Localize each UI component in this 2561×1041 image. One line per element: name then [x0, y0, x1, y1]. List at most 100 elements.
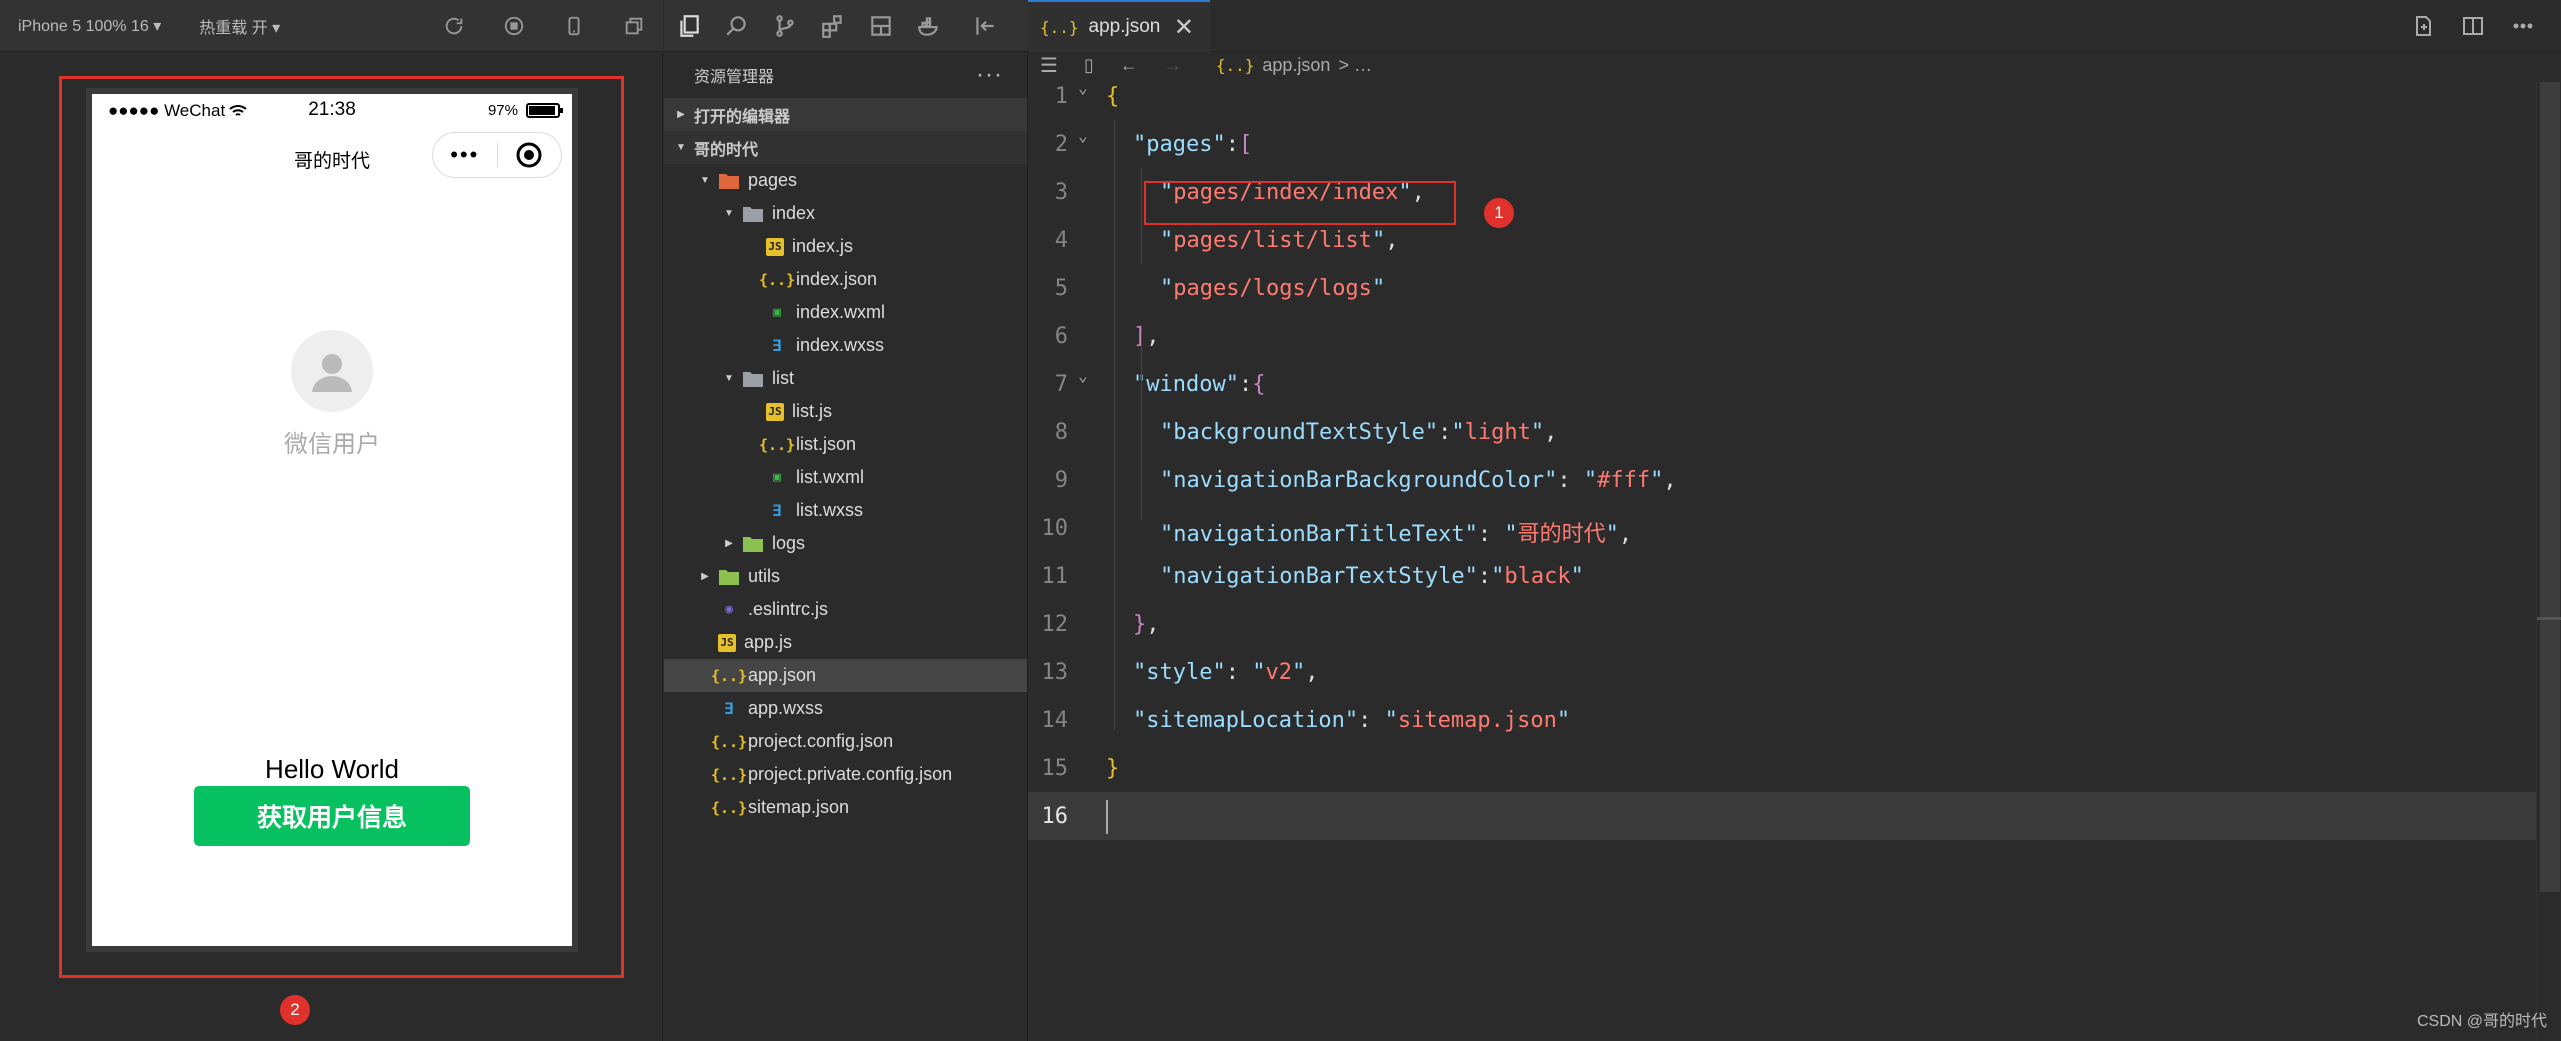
tree-item-index-js[interactable]: JS index.js [664, 230, 1027, 263]
chevron-down-icon[interactable]: ▼ [722, 208, 736, 219]
tree-item-utils[interactable]: ▶ utils [664, 560, 1027, 593]
tree-item-app-json[interactable]: {..} app.json [664, 659, 1027, 692]
code-editor[interactable]: 1 ⌄{2 ⌄ "pages":[3 "pages/index/index", 4 "pag… [1028, 78, 2536, 1041]
tree-item-label: sitemap.json [748, 797, 850, 817]
refresh-icon[interactable] [443, 15, 465, 37]
tree-item-index-json[interactable]: {..} index.json [664, 263, 1027, 296]
wxss-file-icon: ∃ [772, 501, 782, 520]
code-line[interactable]: 11 "navigationBarTextStyle":"black" [1028, 552, 2536, 600]
code-token: "navigationBarTitleText" [1160, 522, 1478, 547]
code-token: , [1385, 228, 1399, 253]
tree-item-list-wxss[interactable]: ∃ list.wxss [664, 494, 1027, 527]
code-line[interactable]: 6], [1028, 312, 2536, 360]
close-miniprogram-button[interactable] [498, 141, 562, 169]
watermark: CSDN @哥的时代 [2416, 1013, 2547, 1030]
fold-chevron-icon[interactable]: ⌄ [1078, 78, 1088, 97]
fold-chevron-icon[interactable]: ⌄ [1078, 366, 1088, 385]
code-token: " [1570, 564, 1584, 589]
scrollbar-thumb[interactable] [2540, 82, 2560, 892]
annotation-badge-1: 1 [1484, 198, 1514, 228]
code-line[interactable]: 7 ⌄ "window":{ [1028, 360, 2536, 408]
extensions-icon[interactable] [820, 13, 846, 39]
target-icon [516, 142, 542, 168]
explorer-more-button[interactable]: ··· [976, 61, 1003, 89]
tree-item-list[interactable]: ▼ list [664, 362, 1027, 395]
code-token: , [1663, 468, 1677, 493]
detach-window-icon[interactable] [623, 15, 645, 37]
tree-item-index[interactable]: ▼ index [664, 197, 1027, 230]
tree-item-list-json[interactable]: {..} list.json [664, 428, 1027, 461]
wxml-file-icon: ▣ [773, 470, 781, 485]
phone-icon[interactable] [563, 15, 585, 37]
tree-item-app-js[interactable]: JS app.js [664, 626, 1027, 659]
tree-item-index-wxss[interactable]: ∃ index.wxss [664, 329, 1027, 362]
source-control-icon[interactable] [772, 13, 798, 39]
line-number: 16 [1041, 804, 1069, 829]
simulator-toolbar: iPhone 5 100% 16 ▾ 热重载 开 ▾ [0, 0, 663, 52]
code-token: " [1504, 522, 1518, 547]
tree-item-logs[interactable]: ▶ logs [664, 527, 1027, 560]
stop-icon[interactable] [503, 15, 525, 37]
get-user-info-button[interactable]: 获取用户信息 [194, 786, 470, 846]
tree-item-list-wxml[interactable]: ▣ list.wxml [664, 461, 1027, 494]
code-line[interactable]: 9 "navigationBarBackgroundColor": "#fff", [1028, 456, 2536, 504]
code-line[interactable]: 5 "pages/logs/logs" [1028, 264, 2536, 312]
avatar[interactable] [291, 330, 373, 412]
tree-item-eslintrc-js[interactable]: ◉ .eslintrc.js [664, 593, 1027, 626]
code-line[interactable]: 1 ⌄ { [1028, 72, 2536, 120]
explorer-title: 资源管理器 [694, 69, 775, 86]
code-line[interactable]: 2 ⌄ "pages":[ [1028, 120, 2536, 168]
device-selector[interactable]: iPhone 5 100% 16 ▾ [18, 16, 161, 36]
storage-icon[interactable] [868, 13, 894, 39]
code-line[interactable]: 13 "style": "v2", [1028, 648, 2536, 696]
open-file-icon[interactable] [2411, 14, 2435, 38]
tree-item-project-config-json[interactable]: {..} project.config.json [664, 725, 1027, 758]
search-icon[interactable] [724, 13, 750, 39]
split-panel-icon[interactable] [972, 13, 998, 39]
code-text: "pages":[ [1133, 132, 1252, 157]
chevron-right-icon[interactable]: ▶ [722, 538, 736, 549]
code-text: "pages/list/list", [1160, 228, 1398, 253]
code-line[interactable]: 15} [1028, 744, 2536, 792]
open-editors-section[interactable]: ▶ 打开的编辑器 [664, 98, 1027, 131]
tree-item-project-private-config-json[interactable]: {..} project.private.config.json [664, 758, 1027, 791]
line-number: 14 [1041, 708, 1069, 733]
editor-scrollbar[interactable] [2536, 82, 2561, 1041]
tree-item-sitemap-json[interactable]: {..} sitemap.json [664, 791, 1027, 824]
tree-item-label: pages [748, 170, 798, 190]
explorer-panel: 资源管理器 ··· ▶ 打开的编辑器 ▼ 哥的时代 ▼ pages ▼ index JS… [664, 52, 1028, 1041]
code-line[interactable]: 16 [1028, 792, 2536, 840]
fold-chevron-icon[interactable]: ⌄ [1078, 126, 1088, 145]
hot-reload-toggle[interactable]: 热重载 开 ▾ [199, 14, 280, 38]
code-line[interactable]: 10 "navigationBarTitleText": "哥的时代", [1028, 504, 2536, 552]
explorer-icon[interactable] [676, 13, 702, 39]
code-line[interactable]: 8 "backgroundTextStyle":"light", [1028, 408, 2536, 456]
code-line[interactable]: 14 "sitemapLocation": "sitemap.json" [1028, 696, 2536, 744]
tab-app-json[interactable]: {..} app.json ✕ [1028, 0, 1210, 52]
json-file-icon: {..} [758, 435, 796, 454]
code-token: { [1252, 372, 1266, 397]
tree-item-label: index.json [796, 269, 878, 289]
chevron-right-icon[interactable]: ▶ [698, 571, 712, 582]
simulator-tools [443, 0, 645, 52]
chevron-down-icon[interactable]: ▼ [698, 175, 712, 186]
tree-item-pages[interactable]: ▼ pages [664, 164, 1027, 197]
code-token: " [1384, 708, 1398, 733]
chevron-down-icon: ▼ [676, 142, 686, 153]
code-token: pages/list/list [1173, 228, 1372, 253]
code-text: "navigationBarBackgroundColor": "#fff", [1160, 468, 1677, 493]
tree-item-list-js[interactable]: JS list.js [664, 395, 1027, 428]
tree-item-index-wxml[interactable]: ▣ index.wxml [664, 296, 1027, 329]
docker-icon[interactable] [916, 13, 942, 39]
tree-item-app-wxss[interactable]: ∃ app.wxss [664, 692, 1027, 725]
json-file-icon: {..} [710, 798, 748, 817]
line-number: 4 [1054, 228, 1068, 253]
close-tab-button[interactable]: ✕ [1174, 13, 1194, 42]
more-menu-button[interactable]: ••• [433, 142, 497, 168]
chevron-down-icon[interactable]: ▼ [722, 373, 736, 384]
split-editor-icon[interactable] [2461, 14, 2485, 38]
indent-guide [1141, 332, 1142, 520]
more-actions-icon[interactable] [2511, 14, 2535, 38]
project-section[interactable]: ▼ 哥的时代 [664, 131, 1027, 164]
code-line[interactable]: 12}, [1028, 600, 2536, 648]
